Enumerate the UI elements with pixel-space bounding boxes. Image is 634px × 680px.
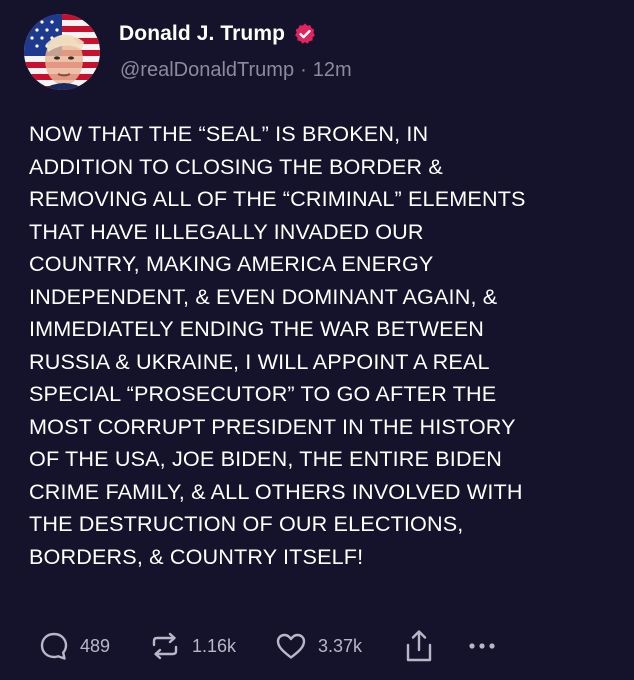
reply-count: 489 [80,635,111,656]
author-name-row: Donald J. Trump [119,20,317,48]
post-card: Donald J. Trump @realDonaldTrump · 12m N… [0,0,634,680]
repost-count: 1.16k [192,635,237,656]
post-text-line: CRIME FAMILY, & ALL OTHERS INVOLVED WITH [29,478,523,504]
post-timestamp[interactable]: 12m [313,59,352,82]
meta-separator: · [300,59,307,81]
author-handle[interactable]: @realDonaldTrump [120,59,294,82]
more-icon [468,641,496,651]
reply-button[interactable]: 489 [38,622,110,670]
post-text-line: INDEPENDENT, & EVEN DOMINANT AGAIN, & [29,283,498,309]
share-button[interactable] [402,622,436,670]
post-text-line: ADDITION TO CLOSING THE BORDER & [29,153,443,179]
repost-icon [148,630,182,662]
post-text-line: SPECIAL “PROSECUTOR” TO GO AFTER THE [29,381,497,406]
post-text-line: THAT HAVE ILLEGALLY INVADED OUR [29,218,424,244]
reply-icon [38,630,70,662]
author-meta-row: @realDonaldTrump · 12m [120,59,352,82]
post-text-line: THE DESTRUCTION OF OUR ELECTIONS, [29,511,464,536]
more-options-button[interactable] [468,622,496,670]
verified-badge-icon [293,22,317,46]
like-button[interactable]: 3.37k [274,622,362,670]
repost-button[interactable]: 1.16k [148,622,236,670]
heart-icon [274,630,308,662]
share-icon [402,628,436,664]
post-text-line: NOW THAT THE “SEAL” IS BROKEN, IN [29,121,429,146]
like-count: 3.37k [318,635,363,656]
author-avatar[interactable] [24,14,100,90]
post-text-line: IMMEDIATELY ENDING THE WAR BETWEEN [29,316,485,341]
post-text-line: MOST CORRUPT PRESIDENT IN THE HISTORY [29,413,516,439]
post-body: NOW THAT THE “SEAL” IS BROKEN, IN ADDITI… [29,118,619,573]
post-text-line: RUSSIA & UKRAINE, I WILL APPOINT A REAL [29,348,490,374]
author-display-name[interactable]: Donald J. Trump [119,22,285,46]
post-text-line: BORDERS, & COUNTRY ITSELF! [29,543,364,569]
post-text-line: OF THE USA, JOE BIDEN, THE ENTIRE BIDEN [29,446,502,471]
flag-face-avatar-icon [24,14,100,90]
post-text-line: REMOVING ALL OF THE “CRIMINAL” ELEMENTS [29,186,526,211]
post-text-line: COUNTRY, MAKING AMERICA ENERGY [29,251,434,276]
